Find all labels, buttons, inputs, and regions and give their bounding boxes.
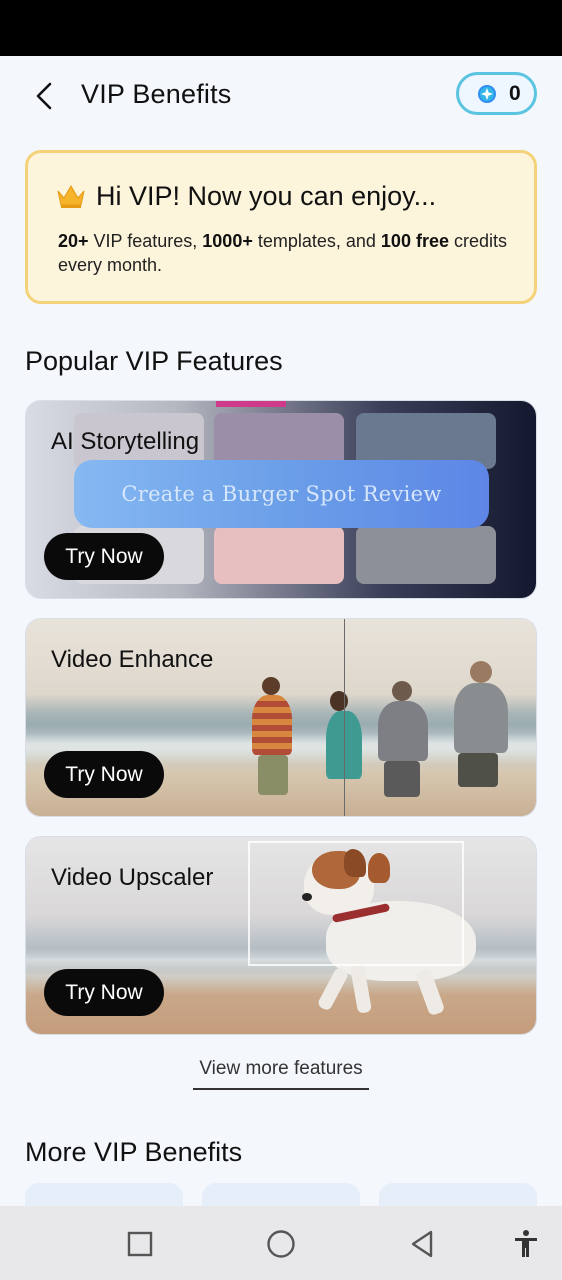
triangle-back-icon [411,1230,433,1258]
crown-icon [57,185,85,208]
page-title: VIP Benefits [81,79,232,109]
vip-description: 20+ VIP features, 1000+ templates, and 1… [58,229,518,277]
feature-label: Video Upscaler [51,864,214,891]
desc-bold-templates: 1000+ [202,231,253,251]
feature-card-video-upscaler[interactable]: Video Upscaler Try Now [25,836,537,1035]
desc-text-1: VIP features, [88,231,203,251]
accessibility-icon [515,1230,537,1257]
popular-features-title: Popular VIP Features [25,346,283,376]
prompt-bar: Create a Burger Spot Review [74,460,489,528]
feature-card-ai-storytelling[interactable]: Create a Burger Spot Review AI Storytell… [25,400,537,599]
vip-welcome-banner: Hi VIP! Now you can enjoy... 20+ VIP fea… [25,150,537,304]
vip-heading: Hi VIP! Now you can enjoy... [96,181,437,211]
nav-back-button[interactable] [402,1224,442,1264]
header: VIP Benefits 0 [0,56,562,136]
more-benefits-title: More VIP Benefits [25,1137,243,1167]
back-button[interactable] [28,78,60,114]
try-now-button[interactable]: Try Now [44,751,164,798]
feature-label: Video Enhance [51,646,214,673]
upscale-frame [248,841,464,966]
sparkle-coin-icon [478,84,496,103]
circle-home-icon [267,1230,295,1258]
try-now-button[interactable]: Try Now [44,533,164,580]
feature-label: AI Storytelling [51,428,200,455]
chevron-left-icon [36,82,52,110]
compare-divider [344,619,345,816]
credits-pill[interactable]: 0 [456,72,537,115]
view-more-features-link[interactable]: View more features [193,1058,369,1090]
desc-bold-credits: 100 free [380,231,449,251]
recents-button[interactable] [120,1224,160,1264]
accessibility-button[interactable] [506,1224,546,1264]
desc-bold-features: 20+ [58,231,89,251]
desc-text-2: templates, and [252,231,381,251]
home-button[interactable] [261,1224,301,1264]
feature-card-video-enhance[interactable]: Video Enhance Try Now [25,618,537,817]
system-nav-bar [0,1206,562,1280]
prompt-text: Create a Burger Spot Review [121,482,442,506]
try-now-button[interactable]: Try Now [44,969,164,1016]
credits-count: 0 [509,81,521,105]
status-bar [0,0,562,56]
square-recents-icon [127,1231,153,1257]
